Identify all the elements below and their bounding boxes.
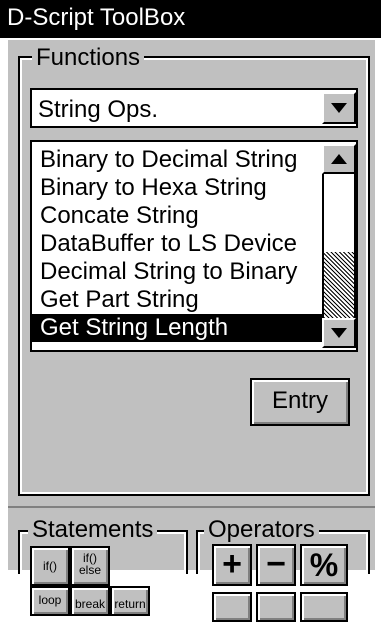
scroll-up-button[interactable]	[322, 144, 356, 174]
scroll-track[interactable]	[322, 174, 356, 318]
minus-button[interactable]: −	[256, 544, 296, 586]
scroll-thumb[interactable]	[324, 252, 354, 318]
function-list-item[interactable]: Get String Length	[32, 314, 322, 342]
entry-button-label: Entry	[271, 387, 328, 414]
operator-button-row2-3[interactable]	[300, 592, 348, 622]
category-select-value: String Ops.	[38, 96, 159, 123]
operator-button-row2-1[interactable]	[212, 592, 252, 622]
scroll-down-button[interactable]	[322, 318, 356, 348]
functions-group-label: Functions	[32, 46, 145, 70]
function-list-item[interactable]: Binary to Decimal String	[32, 146, 322, 174]
category-dropdown-button[interactable]	[322, 92, 356, 124]
chevron-down-icon	[331, 328, 347, 338]
plus-button[interactable]: +	[212, 544, 252, 586]
if-button[interactable]: if()	[30, 546, 70, 586]
entry-button[interactable]: Entry	[250, 378, 350, 426]
panel-divider	[8, 506, 375, 508]
function-list-item[interactable]: Get Part String	[32, 286, 322, 314]
window-title: D-Script ToolBox	[7, 4, 186, 31]
function-list-item[interactable]: Decimal String to Binary	[32, 258, 322, 286]
chevron-down-icon	[331, 103, 347, 113]
function-list[interactable]: Binary to Decimal String Binary to Hexa S…	[30, 140, 358, 352]
if-else-button[interactable]: if() else	[70, 546, 110, 586]
statements-group-label: Statements	[28, 518, 158, 542]
operator-button-row2-2[interactable]	[256, 592, 296, 622]
window-titlebar[interactable]: D-Script ToolBox	[0, 0, 381, 38]
return-button[interactable]: return	[110, 586, 150, 616]
category-select[interactable]: String Ops.	[30, 88, 358, 128]
function-list-item[interactable]: Concate String	[32, 202, 322, 230]
operators-group-label: Operators	[204, 518, 319, 542]
loop-button[interactable]: loop	[30, 586, 70, 616]
break-button[interactable]: break	[70, 586, 110, 616]
chevron-up-icon	[331, 154, 347, 164]
percent-button[interactable]: %	[300, 544, 348, 586]
toolbox-panel: Functions String Ops. Binary to Decimal …	[6, 38, 375, 622]
function-list-item[interactable]: DataBuffer to LS Device	[32, 230, 322, 258]
function-list-item[interactable]: Binary to Hexa String	[32, 174, 322, 202]
